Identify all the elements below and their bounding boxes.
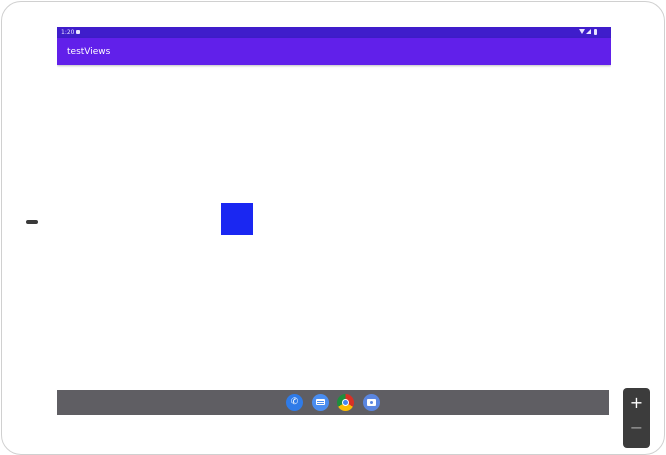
notification-icon [76, 30, 80, 34]
message-bubble-icon [316, 399, 325, 405]
chrome-center-icon [342, 399, 349, 406]
battery-icon [594, 29, 597, 35]
zoom-control: + − [623, 388, 650, 448]
phone-icon[interactable]: ✆ [286, 394, 303, 411]
camera-body-icon [367, 399, 376, 406]
device-side-button[interactable] [26, 220, 38, 224]
zoom-in-button[interactable]: + [623, 391, 650, 415]
app-title: testViews [67, 47, 111, 57]
camera-icon[interactable] [363, 394, 380, 411]
signal-icon [586, 29, 591, 34]
blue-square-view[interactable] [221, 203, 253, 235]
chrome-icon[interactable] [337, 394, 354, 411]
status-time: 1:20 [61, 29, 75, 36]
status-bar: 1:20 [57, 27, 611, 38]
messages-icon[interactable] [312, 394, 329, 411]
wifi-icon [579, 29, 585, 34]
navigation-bar: ✆ [57, 390, 609, 415]
app-bar: testViews [57, 38, 611, 65]
zoom-out-button[interactable]: − [623, 416, 650, 440]
device-screen: 1:20 testViews ✆ [57, 27, 611, 417]
phone-glyph-icon: ✆ [290, 397, 299, 407]
